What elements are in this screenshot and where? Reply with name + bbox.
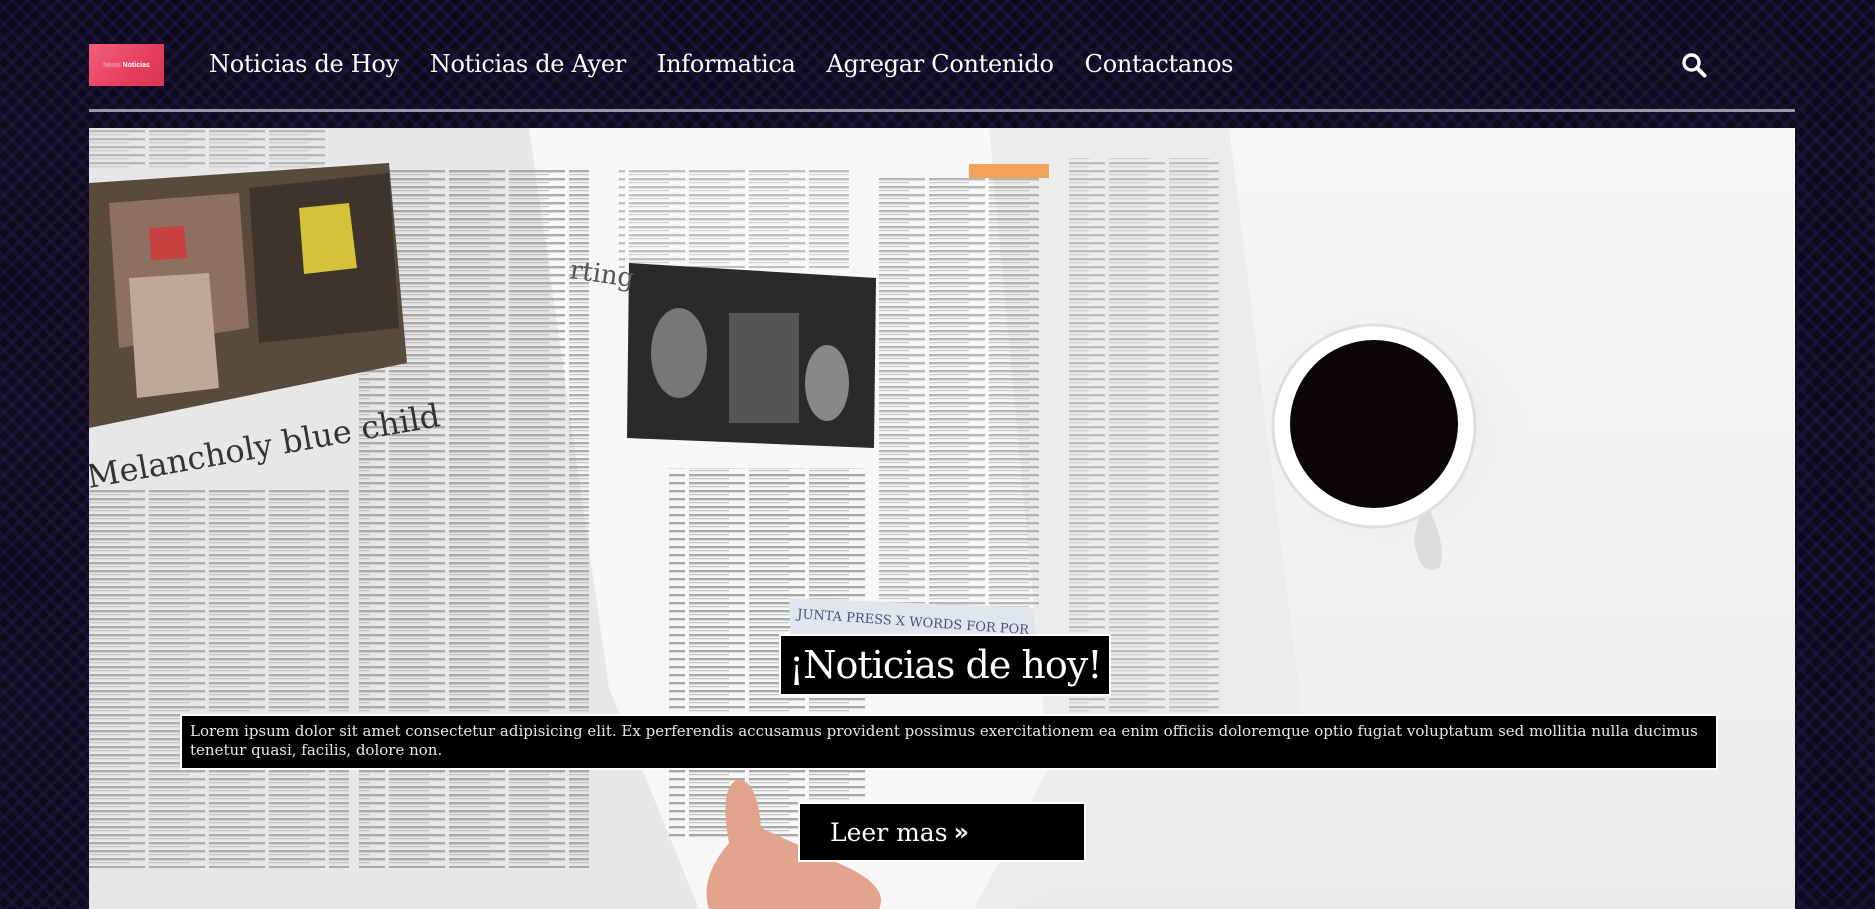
newspaper-and-coffee-photo: Melancholy blue child rting JUNTA PRESS …	[89, 128, 1535, 909]
site-header: News Noticias Noticias de Hoy Noticias d…	[89, 0, 1795, 112]
read-more-button[interactable]: Leer mas »	[798, 802, 1086, 862]
nav-item-noticias-de-hoy[interactable]: Noticias de Hoy	[209, 44, 399, 84]
hero-title-text: ¡Noticias de hoy!	[789, 643, 1102, 687]
header-divider	[89, 109, 1795, 112]
hero-description: Lorem ipsum dolor sit amet consectetur a…	[180, 714, 1718, 770]
nav-item-agregar-contenido[interactable]: Agregar Contenido	[827, 44, 1054, 84]
read-more-label: Leer mas	[830, 817, 948, 847]
search-icon[interactable]	[1681, 52, 1707, 78]
logo-faint-text: News	[103, 61, 121, 69]
hero-banner: Melancholy blue child rting JUNTA PRESS …	[89, 128, 1795, 909]
site-logo[interactable]: News Noticias	[89, 44, 164, 86]
nav-item-noticias-de-ayer[interactable]: Noticias de Ayer	[430, 44, 626, 84]
hero-title: ¡Noticias de hoy!	[779, 634, 1112, 696]
nav-item-contactanos[interactable]: Contactanos	[1085, 44, 1234, 84]
double-chevron-right-icon: »	[953, 818, 970, 846]
logo-strong-text: Noticias	[122, 61, 150, 69]
main-nav: Noticias de Hoy Noticias de Ayer Informa…	[209, 44, 1233, 84]
nav-item-informatica[interactable]: Informatica	[657, 44, 796, 84]
